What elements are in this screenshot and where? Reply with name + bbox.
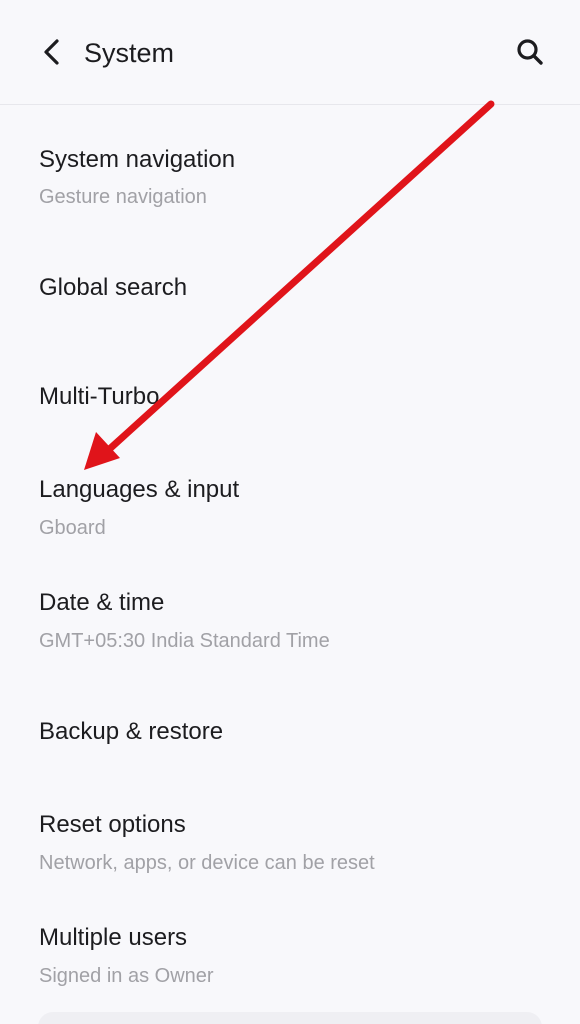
setting-item-date-time[interactable]: Date & time GMT+05:30 India Standard Tim… [0, 566, 580, 676]
setting-item-reset-options[interactable]: Reset options Network, apps, or device c… [0, 790, 580, 900]
top-app-bar: System [0, 0, 580, 105]
setting-summary: GMT+05:30 India Standard Time [39, 630, 330, 652]
setting-item-global-search[interactable]: Global search [0, 232, 580, 342]
setting-summary: Network, apps, or device can be reset [39, 852, 375, 874]
setting-label: Global search [39, 274, 188, 301]
setting-label: Multi-Turbo [39, 383, 160, 410]
setting-item-system-navigation[interactable]: System navigation Gesture navigation [0, 120, 580, 230]
back-button[interactable] [30, 30, 74, 74]
setting-summary: Gboard [39, 517, 106, 539]
setting-label: Languages & input [39, 476, 240, 503]
search-icon [517, 39, 543, 65]
setting-label: Date & time [39, 589, 165, 616]
chevron-left-icon [44, 39, 59, 65]
search-button[interactable] [508, 30, 552, 74]
next-section-card [38, 1012, 542, 1024]
page-title: System [84, 38, 175, 68]
setting-summary: Gesture navigation [39, 186, 207, 208]
setting-label: Reset options [39, 811, 186, 838]
setting-label: Multiple users [39, 924, 188, 951]
system-settings-screen: System System navigation Gesture navigat… [0, 0, 580, 1024]
setting-label: Backup & restore [39, 718, 224, 745]
setting-item-backup-restore[interactable]: Backup & restore [0, 678, 580, 788]
setting-item-languages-input[interactable]: Languages & input Gboard [0, 452, 580, 562]
setting-summary: Signed in as Owner [39, 965, 214, 987]
setting-item-multi-turbo[interactable]: Multi-Turbo [0, 344, 580, 448]
setting-item-multiple-users[interactable]: Multiple users Signed in as Owner [0, 902, 580, 1010]
setting-label: System navigation [39, 146, 236, 173]
